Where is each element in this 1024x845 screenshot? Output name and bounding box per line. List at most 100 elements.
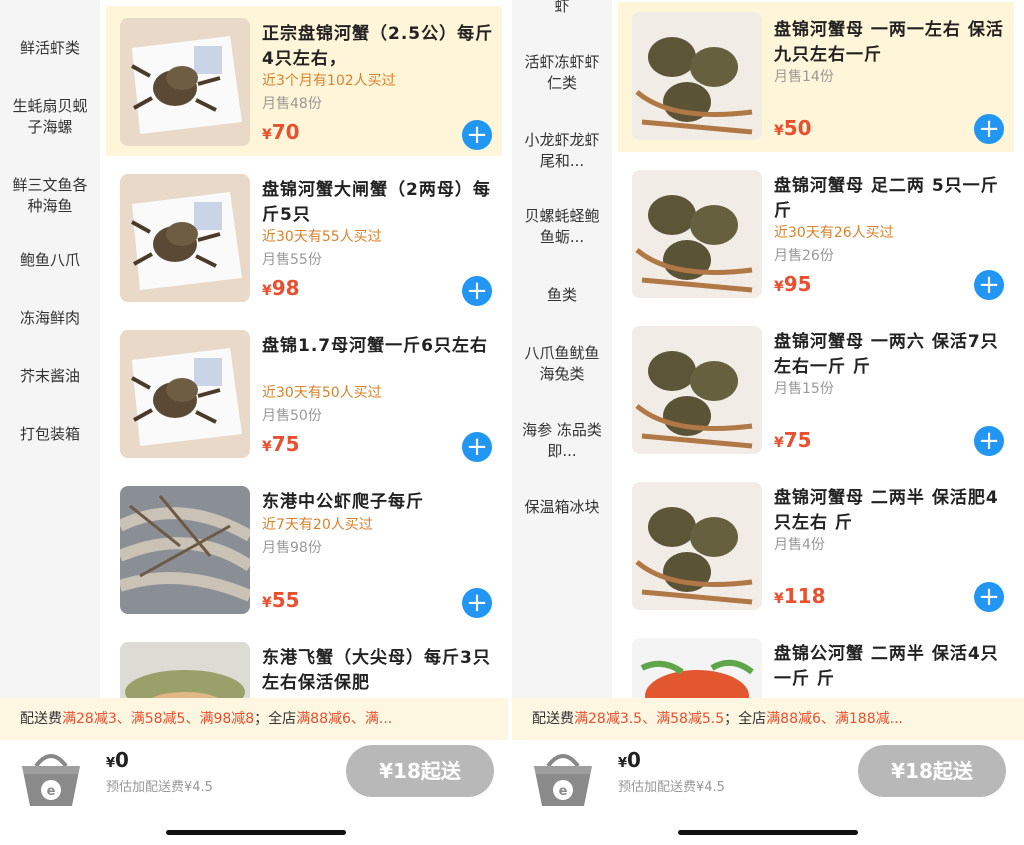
product-name: 盘锦河蟹母 足二两 5只一斤 斤 — [774, 176, 999, 221]
product-card[interactable]: 盘锦河蟹母 一两一左右 保活九只左右一斤 月售14份 ¥50 + — [618, 2, 1014, 152]
product-card[interactable]: 盘锦1.7母河蟹一斤6只左右 近30天有50人买过 月售50份 ¥75 + — [106, 318, 502, 468]
basket-icon[interactable]: e — [18, 748, 84, 810]
product-card[interactable]: 盘锦河蟹母 足二两 5只一斤 斤 近30天有26人买过 月售26份 ¥95 + — [618, 158, 1014, 308]
product-card[interactable]: 盘锦河蟹母 二两半 保活肥4只左右 斤 月售4份 ¥118 + — [618, 470, 1014, 620]
store-discounts: 满88减6、满188减... — [766, 711, 903, 727]
sidebar-item-fish[interactable]: 鱼类 — [512, 285, 612, 306]
cart-bar: e ¥0 预估加配送费¥4.5 ¥18起送 — [0, 740, 512, 845]
add-to-cart-button[interactable]: + — [462, 120, 492, 150]
svg-text:e: e — [559, 784, 568, 799]
sidebar-item-packing[interactable]: 打包装箱 — [0, 424, 100, 445]
product-card[interactable]: 盘锦河蟹母 一两六 保活7只左右一斤 斤 月售15份 ¥75 + — [618, 314, 1014, 464]
product-image — [120, 174, 250, 302]
product-sold: 月售55份 — [262, 252, 322, 268]
cart-total: ¥0 — [106, 748, 129, 772]
min-order-button[interactable]: ¥18起送 — [858, 745, 1006, 797]
product-image — [120, 18, 250, 146]
add-to-cart-button[interactable]: + — [974, 582, 1004, 612]
product-card[interactable]: 盘锦公河蟹 二两半 保活4只一斤 斤 — [618, 626, 1014, 698]
sidebar-item-sea-cucumber[interactable]: 海参 冻品类即... — [512, 420, 612, 462]
plus-icon: + — [978, 114, 1000, 144]
category-sidebar: 鲜活虾类 生蚝扇贝蚬子海螺 鲜三文鱼各种海鱼 鲍鱼八爪 冻海鲜肉 芥末酱油 打包… — [0, 0, 100, 705]
product-name: 盘锦公河蟹 二两半 保活4只一斤 斤 — [774, 644, 999, 689]
product-name: 东港飞蟹（大尖母）每斤3只左右保活保肥 — [262, 648, 491, 693]
product-image — [120, 486, 250, 614]
product-image — [120, 330, 250, 458]
product-name: 盘锦1.7母河蟹一斤6只左右 — [262, 336, 488, 356]
product-image — [632, 170, 762, 298]
product-name: 盘锦河蟹母 一两一左右 保活九只左右一斤 — [774, 20, 1004, 65]
plus-icon: + — [466, 588, 488, 618]
product-image — [120, 642, 250, 698]
plus-icon: + — [466, 120, 488, 150]
product-name: 东港中公虾爬子每斤 — [262, 492, 424, 512]
product-sold: 月售50份 — [262, 408, 322, 424]
sidebar-item-icebox[interactable]: 保温箱冰块 — [512, 497, 612, 518]
product-price: ¥98 — [262, 276, 300, 300]
product-price: ¥95 — [774, 272, 812, 296]
fee-label: 配送费 — [20, 711, 62, 727]
min-order-button[interactable]: ¥18起送 — [346, 745, 494, 797]
left-screen: 鲜活虾类 生蚝扇贝蚬子海螺 鲜三文鱼各种海鱼 鲍鱼八爪 冻海鲜肉 芥末酱油 打包… — [0, 0, 512, 845]
plus-icon: + — [466, 276, 488, 306]
basket-icon[interactable]: e — [530, 748, 596, 810]
product-image — [632, 326, 762, 454]
product-name: 正宗盘锦河蟹（2.5公）每斤4只左右， — [262, 24, 494, 69]
product-bought: 近30天有55人买过 — [262, 229, 382, 245]
product-sold: 月售4份 — [774, 537, 825, 553]
fee-discounts: 满28减3.5、满58减5.5 — [574, 711, 725, 727]
sidebar-item-crayfish[interactable]: 小龙虾龙虾尾和... — [512, 130, 612, 172]
product-image — [632, 482, 762, 610]
svg-text:e: e — [47, 784, 56, 799]
plus-icon: + — [466, 432, 488, 462]
sidebar-item-fish[interactable]: 鲜三文鱼各种海鱼 — [0, 175, 100, 217]
sidebar-item-live-shrimp[interactable]: 活虾冻虾虾仁类 — [512, 52, 612, 94]
product-price: ¥70 — [262, 120, 300, 144]
store-label: ；全店 — [724, 711, 767, 727]
estimated-fee: 预估加配送费¥4.5 — [106, 780, 213, 795]
delivery-fee-bar: 配送费满28减3、满58减5、满98减8；全店满88减6、满... — [0, 698, 512, 740]
sidebar-item-abalone[interactable]: 鲍鱼八爪 — [0, 250, 100, 271]
estimated-fee: 预估加配送费¥4.5 — [618, 780, 725, 795]
store-discounts: 满88减6、满... — [296, 711, 393, 727]
product-price: ¥50 — [774, 116, 812, 140]
product-card[interactable]: 盘锦河蟹大闸蟹（2两母）每斤5只 近30天有55人买过 月售55份 ¥98 + — [106, 162, 502, 312]
product-sold: 月售26份 — [774, 248, 834, 264]
product-image — [632, 638, 762, 698]
add-to-cart-button[interactable]: + — [974, 426, 1004, 456]
add-to-cart-button[interactable]: + — [462, 276, 492, 306]
product-bought: 近30天有26人买过 — [774, 225, 894, 241]
product-price: ¥75 — [774, 428, 812, 452]
add-to-cart-button[interactable]: + — [974, 270, 1004, 300]
sidebar-item-octopus[interactable]: 八爪鱼鱿鱼海兔类 — [512, 343, 612, 385]
product-card[interactable]: 东港中公虾爬子每斤 近7天有20人买过 月售98份 ¥55 + — [106, 474, 502, 624]
cart-bar: e ¥0 预估加配送费¥4.5 ¥18起送 — [512, 740, 1024, 845]
sidebar-item-frozen[interactable]: 冻海鲜肉 — [0, 308, 100, 329]
product-card[interactable]: 正宗盘锦河蟹（2.5公）每斤4只左右， 近3个月有102人买过 月售48份 ¥7… — [106, 6, 502, 156]
product-name: 盘锦河蟹母 二两半 保活肥4只左右 斤 — [774, 488, 999, 533]
fee-discounts: 满28减3、满58减5、满98减8 — [62, 711, 255, 727]
product-bought: 近7天有20人买过 — [262, 517, 373, 533]
home-indicator — [166, 830, 346, 835]
add-to-cart-button[interactable]: + — [462, 588, 492, 618]
store-label: ；全店 — [254, 711, 297, 727]
product-price: ¥118 — [774, 584, 826, 608]
plus-icon: + — [978, 426, 1000, 456]
product-bought: 近3个月有102人买过 — [262, 73, 396, 89]
sidebar-item-shellfish[interactable]: 贝螺蚝蛏鲍鱼蛎... — [512, 206, 612, 248]
product-name: 盘锦河蟹母 一两六 保活7只左右一斤 斤 — [774, 332, 999, 377]
product-price: ¥75 — [262, 432, 300, 456]
product-name: 盘锦河蟹大闸蟹（2两母）每斤5只 — [262, 180, 491, 225]
sidebar-item-shrimp[interactable]: 虾 — [512, 0, 612, 17]
add-to-cart-button[interactable]: + — [462, 432, 492, 462]
product-sold: 月售98份 — [262, 540, 322, 556]
add-to-cart-button[interactable]: + — [974, 114, 1004, 144]
category-sidebar: 虾 活虾冻虾虾仁类 小龙虾龙虾尾和... 贝螺蚝蛏鲍鱼蛎... 鱼类 八爪鱼鱿鱼… — [512, 0, 612, 705]
sidebar-item-live-shrimp[interactable]: 鲜活虾类 — [0, 38, 100, 59]
sidebar-item-sauce[interactable]: 芥末酱油 — [0, 366, 100, 387]
product-sold: 月售15份 — [774, 381, 834, 397]
product-card[interactable]: 东港飞蟹（大尖母）每斤3只左右保活保肥 — [106, 630, 502, 698]
product-price: ¥55 — [262, 588, 300, 612]
sidebar-item-oysters[interactable]: 生蚝扇贝蚬子海螺 — [0, 96, 100, 138]
plus-icon: + — [978, 582, 1000, 612]
